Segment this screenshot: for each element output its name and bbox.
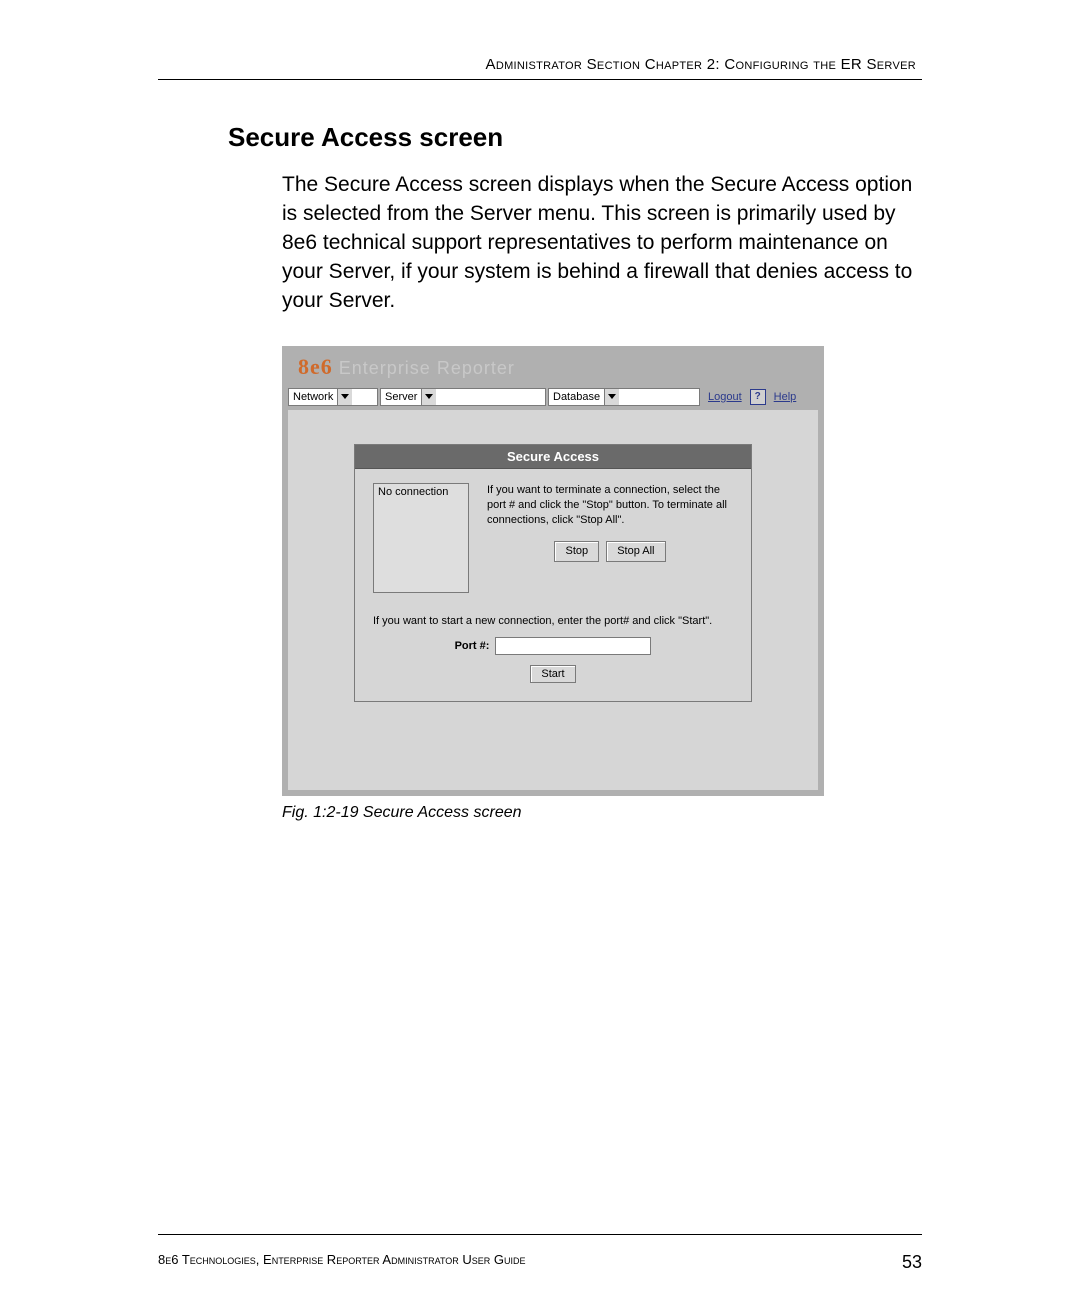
menu-network-label: Network xyxy=(289,391,337,403)
section-heading: Secure Access screen xyxy=(228,122,922,153)
stop-button[interactable]: Stop xyxy=(554,541,599,562)
chevron-down-icon xyxy=(337,389,352,405)
figure-caption: Fig. 1:2-19 Secure Access screen xyxy=(282,804,922,822)
brand-name: Enterprise Reporter xyxy=(339,358,515,378)
help-link[interactable]: Help xyxy=(774,391,797,403)
start-instructions: If you want to start a new connection, e… xyxy=(373,615,733,627)
body-paragraph: The Secure Access screen displays when t… xyxy=(282,171,914,316)
footer-rule xyxy=(158,1234,922,1235)
app-screenshot: 8e6 Enterprise Reporter Network Server D… xyxy=(282,346,824,796)
help-question-icon[interactable]: ? xyxy=(750,389,766,405)
menu-network[interactable]: Network xyxy=(288,388,378,406)
app-brand: 8e6 Enterprise Reporter xyxy=(298,354,515,380)
menu-database[interactable]: Database xyxy=(548,388,700,406)
chevron-down-icon xyxy=(604,389,619,405)
brand-logo: 8e6 xyxy=(298,354,333,379)
start-button[interactable]: Start xyxy=(530,665,575,683)
page-number: 53 xyxy=(902,1252,922,1273)
port-input[interactable] xyxy=(495,637,651,655)
menu-server-label: Server xyxy=(381,391,421,403)
footer-text: 8e6 Technologies, Enterprise Reporter Ad… xyxy=(158,1252,526,1273)
page-footer: 8e6 Technologies, Enterprise Reporter Ad… xyxy=(158,1252,922,1273)
secure-access-panel: Secure Access No connection If you want … xyxy=(354,444,752,702)
menubar: Network Server Database Logout ? Help xyxy=(288,388,818,406)
menu-server[interactable]: Server xyxy=(380,388,546,406)
connection-listbox[interactable]: No connection xyxy=(373,483,469,593)
menu-database-label: Database xyxy=(549,391,604,403)
terminate-instructions: If you want to terminate a connection, s… xyxy=(487,483,733,593)
figure-wrap: 8e6 Enterprise Reporter Network Server D… xyxy=(282,346,922,822)
stop-all-button[interactable]: Stop All xyxy=(606,541,665,562)
panel-title: Secure Access xyxy=(355,445,751,469)
chevron-down-icon xyxy=(421,389,436,405)
port-label: Port #: xyxy=(455,640,490,652)
terminate-text: If you want to terminate a connection, s… xyxy=(487,484,727,526)
running-header: Administrator Section Chapter 2: Configu… xyxy=(158,56,922,73)
logout-link[interactable]: Logout xyxy=(708,391,742,403)
app-content: Secure Access No connection If you want … xyxy=(288,410,818,790)
header-rule xyxy=(158,79,922,80)
